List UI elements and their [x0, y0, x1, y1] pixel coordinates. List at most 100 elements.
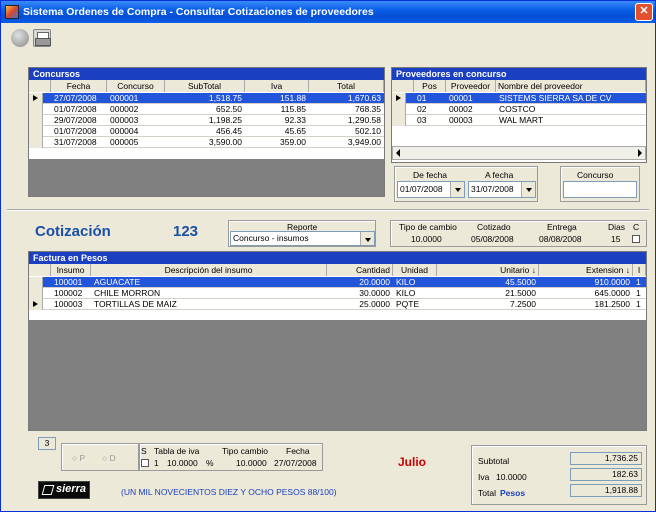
col-descripcion[interactable]: Descripción del insumo [91, 264, 327, 276]
concursos-panel: Concursos Fecha Concurso SubTotal Iva To… [28, 67, 385, 197]
row-indicator[interactable] [29, 288, 43, 299]
table-row[interactable]: 100002 CHILE MORRON 30.0000 KILO 21.5000 645.… [29, 288, 646, 299]
row-indicator[interactable] [392, 115, 406, 126]
tabla-iva-value: 10.0000 [167, 458, 198, 468]
cell-iva: 151.88 [280, 93, 306, 103]
col-concurso[interactable]: Concurso [107, 80, 165, 92]
col-i[interactable]: I [633, 264, 646, 276]
proveedores-grid[interactable]: Pos Proveedor Nombre del proveedor 01 000… [392, 80, 646, 162]
col-unitario[interactable]: Unitario ↓ [437, 264, 539, 276]
row-indicator[interactable] [29, 277, 43, 288]
table-row[interactable]: 100001 AGUACATE 20.0000 KILO 45.5000 910.0000… [29, 277, 646, 288]
table-row[interactable]: 01 00001 SISTEMS SIERRA SA DE CV [392, 93, 646, 104]
cell-proveedor: 00003 [449, 115, 473, 125]
radio-p[interactable]: ○ P [72, 453, 85, 463]
cell-fecha: 27/07/2008 [54, 93, 97, 103]
iva-value: 182.63 [570, 468, 642, 481]
tipo-cambio-value: 10.0000 [411, 234, 442, 244]
subtotal-value: 1,736.25 [570, 452, 642, 465]
circle-icon[interactable] [11, 29, 29, 47]
row-indicator[interactable] [29, 115, 43, 126]
table-row[interactable]: 27/07/2008 000001 1,518.75 151.88 1,670.63 [29, 93, 384, 104]
a-fecha-select[interactable]: 31/07/2008 [468, 181, 536, 198]
cell-iva: 359.00 [280, 137, 306, 147]
row-indicator[interactable] [29, 137, 43, 148]
col-proveedor[interactable]: Proveedor [446, 80, 496, 92]
c-label: C [633, 222, 640, 232]
row-indicator[interactable] [29, 126, 43, 137]
s-checkbox[interactable] [141, 459, 149, 467]
row-indicator[interactable] [29, 93, 43, 104]
cell-unitario: 45.5000 [505, 277, 536, 287]
col-total[interactable]: Total [309, 80, 384, 92]
table-row[interactable]: 02 00002 COSTCO [392, 104, 646, 115]
de-fecha-select[interactable]: 01/07/2008 [397, 181, 465, 198]
col-iva[interactable]: Iva [245, 80, 309, 92]
cell-proveedor: 00001 [449, 93, 473, 103]
proveedores-title: Proveedores en concurso [392, 68, 646, 80]
toolbar [1, 23, 655, 53]
cell-iva: 115.85 [280, 104, 306, 114]
cell-total: 1,290.58 [347, 115, 381, 125]
col-insumo[interactable]: Insumo [51, 264, 91, 276]
app-icon [5, 5, 19, 19]
factura-title: Factura en Pesos [29, 252, 646, 264]
cell-pos: 01 [417, 93, 427, 103]
table-row[interactable]: 03 00003 WAL MART [392, 115, 646, 126]
concurso-filter-label: Concurso [577, 170, 614, 180]
cell-total: 502.10 [355, 126, 381, 136]
row-indicator[interactable] [29, 299, 43, 310]
row-indicator[interactable] [29, 104, 43, 115]
current-row-icon [396, 95, 401, 101]
radio-d[interactable]: ○ D [102, 453, 116, 463]
concursos-grid[interactable]: Fecha Concurso SubTotal Iva Total 27/07/… [29, 80, 384, 159]
current-row-icon [33, 301, 38, 307]
concurso-input[interactable] [563, 181, 637, 198]
col-cantidad[interactable]: Cantidad [327, 264, 393, 276]
main-window: Sistema Ordenes de Compra - Consultar Co… [0, 0, 656, 512]
factura-grid[interactable]: Insumo Descripción del insumo Cantidad U… [29, 264, 646, 320]
concursos-title: Concursos [29, 68, 384, 80]
iva-frame: S Tabla de iva 1 10.0000 % Tipo cambio 1… [139, 443, 323, 471]
options-frame: ○ P ○ D [61, 443, 139, 471]
section-divider [7, 209, 649, 211]
chevron-down-icon[interactable] [521, 182, 535, 197]
cell-insumo: 100002 [54, 288, 83, 298]
tipo-cambio-label: Tipo de cambio [399, 222, 457, 232]
cell-nombre: SISTEMS SIERRA SA DE CV [499, 93, 612, 103]
cell-subtotal: 1,518.75 [208, 93, 242, 103]
c-checkbox[interactable] [632, 235, 640, 243]
scroll-left-icon[interactable] [396, 149, 400, 157]
cell-cantidad: 20.0000 [359, 277, 390, 287]
close-button[interactable]: ✕ [635, 3, 653, 21]
col-unidad[interactable]: Unidad [393, 264, 437, 276]
cell-concurso: 000001 [110, 93, 139, 103]
chevron-down-icon[interactable] [450, 182, 464, 197]
proveedores-hscroll[interactable] [392, 146, 646, 160]
entrega-value: 08/08/2008 [539, 234, 582, 244]
cell-cantidad: 25.0000 [359, 299, 390, 309]
table-row[interactable]: 31/07/2008 000005 3,590.00 359.00 3,949.00 [29, 137, 384, 148]
table-row[interactable]: 29/07/2008 000003 1,198.25 92.33 1,290.58 [29, 115, 384, 126]
table-row[interactable]: 01/07/2008 000004 456.45 45.65 502.10 [29, 126, 384, 137]
col-subtotal[interactable]: SubTotal [165, 80, 245, 92]
printer-icon[interactable] [33, 29, 51, 47]
col-fecha[interactable]: Fecha [51, 80, 107, 92]
col-nombre[interactable]: Nombre del proveedor [496, 80, 646, 92]
title-bar[interactable]: Sistema Ordenes de Compra - Consultar Co… [1, 1, 655, 23]
cotizado-label: Cotizado [477, 222, 511, 232]
cell-concurso: 000005 [110, 137, 139, 147]
col-pos[interactable]: Pos [414, 80, 446, 92]
scroll-right-icon[interactable] [638, 149, 642, 157]
row-indicator[interactable] [392, 104, 406, 115]
cell-fecha: 01/07/2008 [54, 104, 97, 114]
table-row[interactable]: 100003 TORTILLAS DE MAIZ 25.0000 PQTE 7.2500… [29, 299, 646, 310]
col-extension[interactable]: Extension ↓ [539, 264, 633, 276]
cell-fecha: 01/07/2008 [54, 126, 97, 136]
table-row[interactable]: 01/07/2008 000002 652.50 115.85 768.35 [29, 104, 384, 115]
cell-total: 768.35 [355, 104, 381, 114]
chevron-down-icon[interactable] [360, 232, 374, 245]
total-value: 1,918.88 [570, 484, 642, 497]
reporte-select[interactable]: Concurso - insumos [230, 231, 375, 246]
row-indicator[interactable] [392, 93, 406, 104]
